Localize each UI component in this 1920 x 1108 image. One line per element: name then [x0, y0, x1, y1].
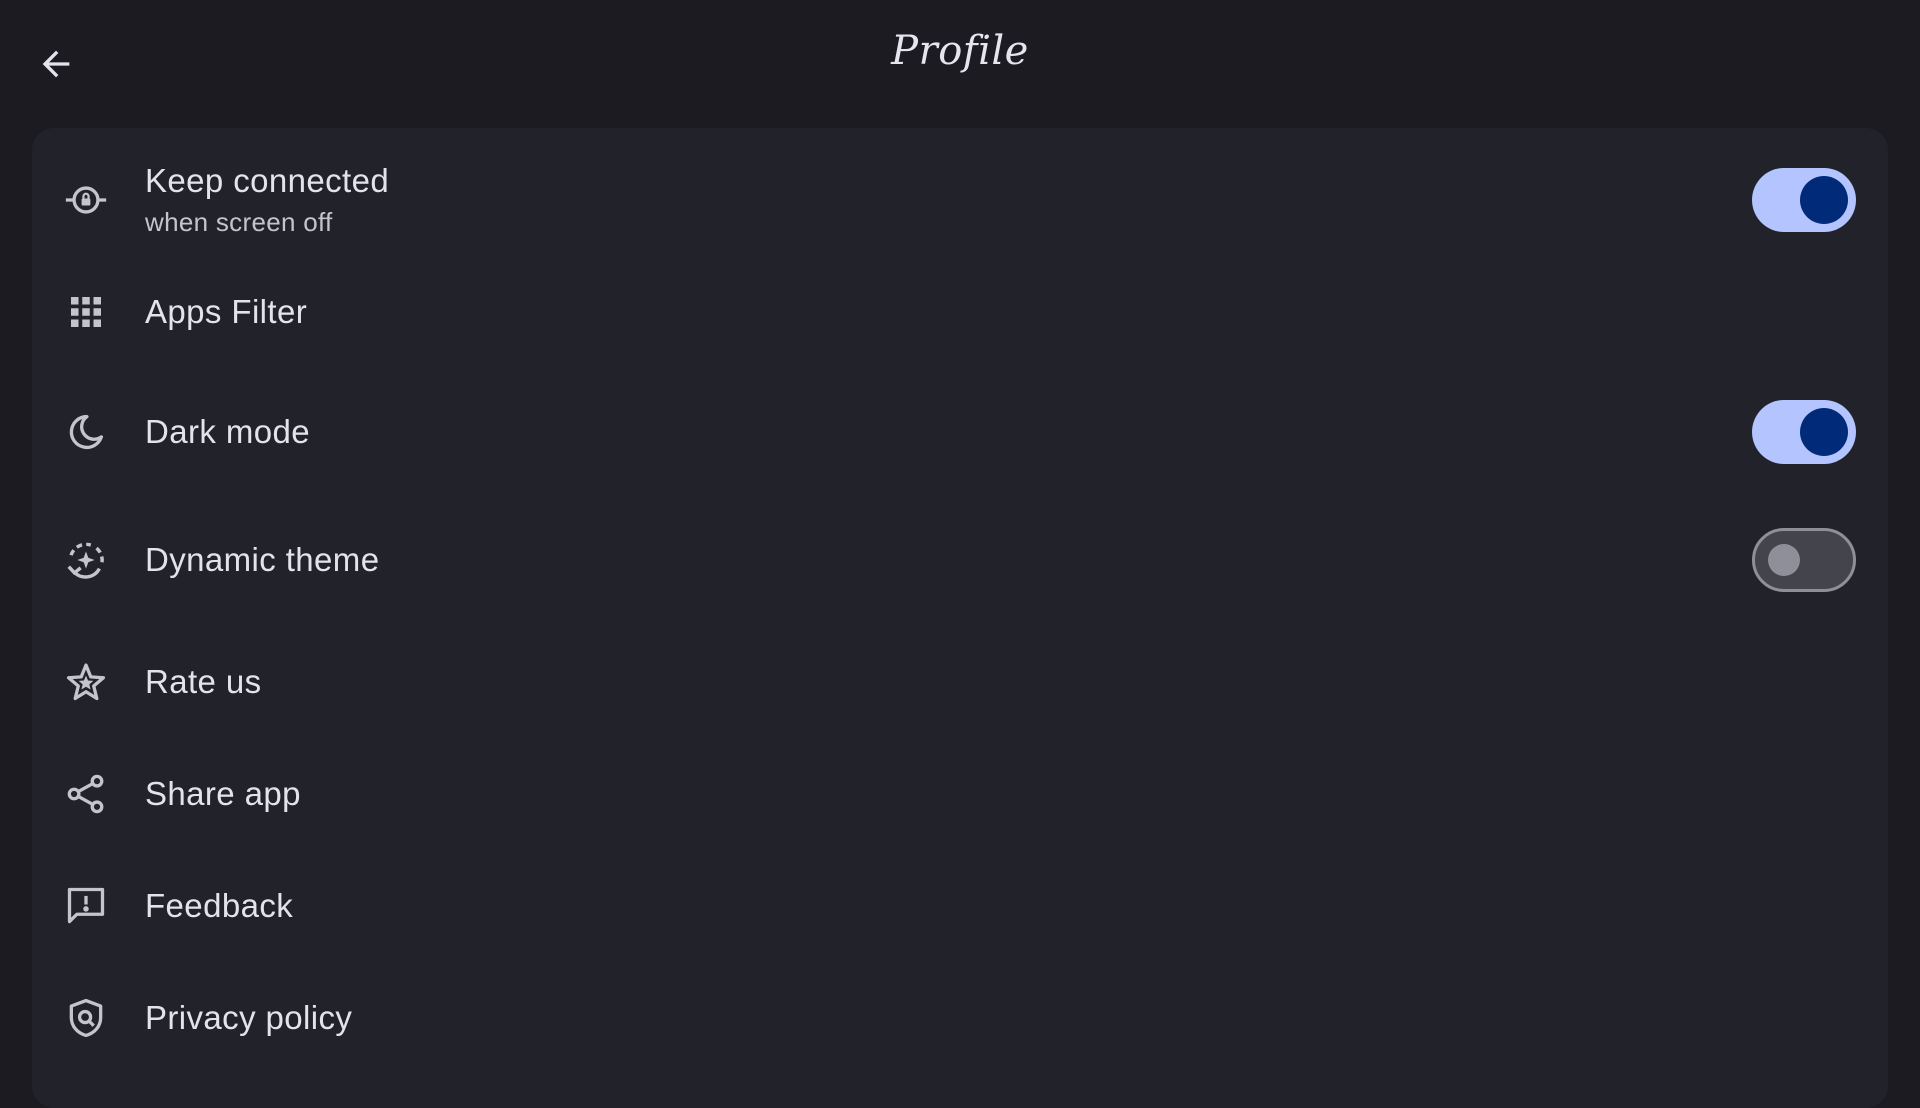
keep-connected-text: Keep connected when screen off	[145, 161, 389, 239]
share-app-label: Share app	[145, 775, 301, 812]
apps-filter-label: Apps Filter	[145, 293, 308, 330]
switch-thumb	[1800, 408, 1848, 456]
privacy-policy-label: Privacy policy	[145, 999, 353, 1036]
privacy-policy-text: Privacy policy	[145, 998, 352, 1038]
dark-mode-switch[interactable]	[1752, 400, 1856, 464]
apps-grid-icon	[62, 288, 110, 336]
share-icon	[62, 770, 110, 818]
moon-icon	[62, 408, 110, 456]
dark-mode-label: Dark mode	[145, 413, 310, 450]
rate-us-text: Rate us	[145, 662, 262, 702]
lock-vpn-icon	[62, 176, 110, 224]
top-app-bar: Profile	[0, 0, 1920, 128]
setting-keep-connected[interactable]: Keep connected when screen off	[32, 150, 1888, 250]
dynamic-sparkle-icon	[62, 536, 110, 584]
setting-dynamic-theme[interactable]: Dynamic theme	[32, 510, 1888, 610]
setting-dark-mode[interactable]: Dark mode	[32, 382, 1888, 482]
dynamic-theme-text: Dynamic theme	[145, 540, 379, 580]
switch-thumb	[1768, 544, 1800, 576]
share-app-text: Share app	[145, 774, 301, 814]
keep-connected-switch[interactable]	[1752, 168, 1856, 232]
privacy-shield-icon	[62, 994, 110, 1042]
setting-feedback[interactable]: Feedback	[32, 858, 1888, 954]
setting-rate-us[interactable]: Rate us	[32, 634, 1888, 730]
feedback-label: Feedback	[145, 887, 294, 924]
star-icon	[62, 658, 110, 706]
setting-apps-filter[interactable]: Apps Filter	[32, 264, 1888, 360]
switch-thumb	[1800, 176, 1848, 224]
setting-share-app[interactable]: Share app	[32, 746, 1888, 842]
keep-connected-sublabel: when screen off	[145, 207, 333, 237]
feedback-text: Feedback	[145, 886, 293, 926]
settings-card: Keep connected when screen off Apps Filt…	[32, 128, 1888, 1108]
dark-mode-text: Dark mode	[145, 412, 310, 452]
page-title: Profile	[891, 28, 1029, 74]
apps-filter-text: Apps Filter	[145, 292, 307, 332]
dynamic-theme-switch[interactable]	[1752, 528, 1856, 592]
keep-connected-label: Keep connected	[145, 162, 390, 199]
setting-privacy-policy[interactable]: Privacy policy	[32, 970, 1888, 1066]
feedback-icon	[62, 882, 110, 930]
rate-us-label: Rate us	[145, 663, 262, 700]
dynamic-theme-label: Dynamic theme	[145, 541, 380, 578]
